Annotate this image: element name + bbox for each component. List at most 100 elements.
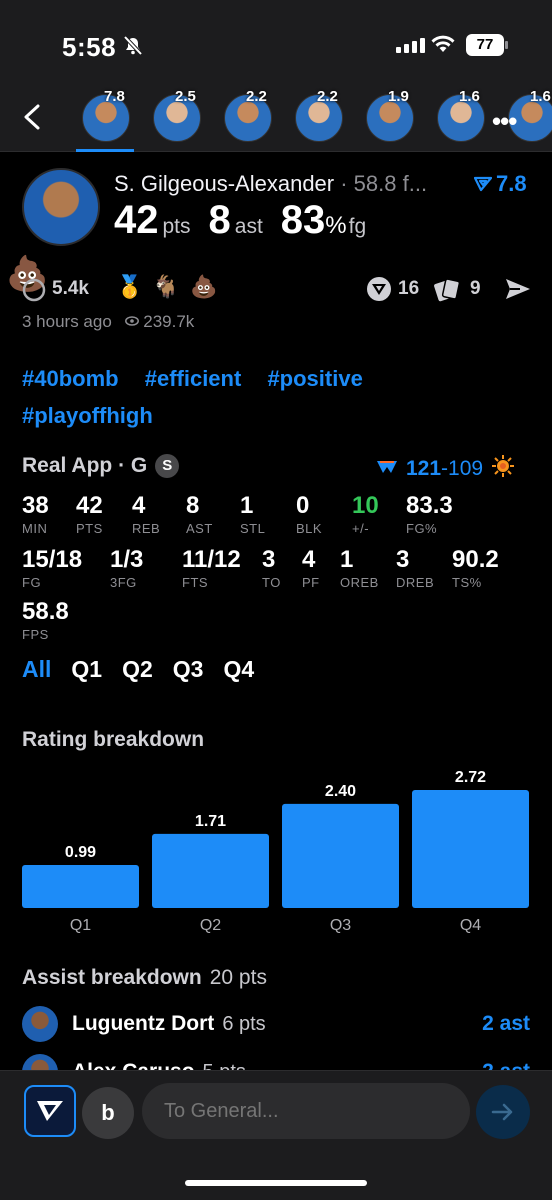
player-name-text: S. Gilgeous-Alexander <box>114 171 335 196</box>
rating-bar-q4[interactable] <box>412 790 529 908</box>
player-strip-rating: 1.9 <box>388 88 409 105</box>
stat-value: 1/3 <box>110 546 144 573</box>
reaction-row: 5.4k 🥇 🐐 💩 16 9 <box>22 274 532 306</box>
assist-count: 2 ast <box>482 1012 530 1035</box>
stat-label: STL <box>240 521 266 536</box>
tab-q3[interactable]: Q3 <box>173 656 204 683</box>
stat-value: 3 <box>396 546 410 573</box>
player-strip-rating: 7.8 <box>104 88 125 105</box>
stat-value: 11/12 <box>182 546 241 573</box>
rating-bar-q2[interactable] <box>152 833 269 908</box>
stat-value: 10 <box>352 492 379 519</box>
stat-label: AST <box>186 521 213 536</box>
message-input[interactable] <box>142 1083 470 1139</box>
fg-value: 83 <box>280 198 326 242</box>
stat-ts-pct: 90.2 TS% <box>452 546 499 590</box>
stat-pts: 42 PTS <box>76 492 103 536</box>
bar-value-label: 2.72 <box>455 769 486 786</box>
avatar <box>22 1006 58 1042</box>
player-strip-rating: 2.5 <box>175 88 196 105</box>
bar-category-label: Q4 <box>460 917 481 934</box>
stat-label: OREB <box>340 575 379 590</box>
assist-points: 6 pts <box>222 1013 266 1035</box>
rating-bar-q3[interactable] <box>282 803 399 908</box>
fg-percent-sign: % <box>325 212 347 239</box>
stat-value: 42 <box>76 492 103 519</box>
assist-breakdown-title: Assist breakdown 20 pts <box>22 966 267 990</box>
poop-emoji[interactable]: 💩 <box>190 274 217 300</box>
score-separator: - <box>441 457 449 480</box>
home-indicator <box>185 1180 367 1186</box>
bell-muted-icon <box>122 35 144 62</box>
pts-unit: pts <box>162 215 191 238</box>
stat-label: FG% <box>406 521 438 536</box>
stat-plus-minus: 10 +/- <box>352 492 379 536</box>
stat-oreb: 1 OREB <box>340 546 379 590</box>
rating-logo-icon <box>474 176 492 192</box>
cellular-signal-icon <box>396 38 425 53</box>
stat-value: 90.2 <box>452 546 499 573</box>
player-strip-rating: 1.6 <box>530 88 551 105</box>
battery-indicator: 77 <box>466 34 508 56</box>
game-score[interactable]: 121-109 <box>376 454 515 484</box>
assist-row[interactable]: Luguentz Dort 6 pts 2 ast <box>22 1006 530 1046</box>
player-strip-rating: 1.6 <box>459 88 480 105</box>
bar-category-label: Q1 <box>70 917 91 934</box>
ast-value: 8 <box>208 198 231 242</box>
headline-stats: 42 pts 8 ast 83%fg <box>114 198 366 243</box>
app-logo-button[interactable] <box>24 1085 76 1137</box>
wifi-icon <box>430 34 456 59</box>
player-fantasy-score: · 58.8 f... <box>334 171 428 196</box>
thunder-logo-icon <box>376 457 398 481</box>
clock: 5:58 <box>62 32 117 62</box>
stat-value: 3 <box>262 546 276 573</box>
post-meta: 3 hours ago 239.7k <box>22 312 194 332</box>
tab-all[interactable]: All <box>22 656 51 683</box>
tab-q2[interactable]: Q2 <box>122 656 153 683</box>
stat-3fg: 1/3 3FG <box>110 546 143 590</box>
bold-format-button[interactable]: b <box>82 1087 134 1139</box>
hashtag[interactable]: #efficient <box>145 366 242 391</box>
bar-category-label: Q2 <box>200 917 221 934</box>
medal-emoji[interactable]: 🥇 <box>116 274 143 300</box>
goat-emoji[interactable]: 🐐 <box>152 274 179 300</box>
views-count: 239.7k <box>124 312 195 331</box>
stat-label: BLK <box>296 521 323 536</box>
tab-q1[interactable]: Q1 <box>71 656 102 683</box>
assist-player-name: Luguentz Dort <box>72 1012 215 1035</box>
stat-fg-pct: 83.3 FG% <box>406 492 453 536</box>
back-chevron-icon[interactable] <box>20 102 44 137</box>
player-name[interactable]: S. Gilgeous-Alexander · 58.8 f... <box>114 171 427 197</box>
rating-bar-q1[interactable] <box>22 865 139 908</box>
hashtag[interactable]: #playoffhigh <box>22 403 153 428</box>
tab-q4[interactable]: Q4 <box>223 656 254 683</box>
stat-value: 83.3 <box>406 492 453 519</box>
cards-icon[interactable] <box>434 276 462 307</box>
hashtag[interactable]: #40bomb <box>22 366 119 391</box>
stat-fps: 58.8 FPS <box>22 598 69 642</box>
bar-value-label: 2.40 <box>325 783 356 800</box>
reaction-count: 5.4k <box>52 278 89 299</box>
stat-label: 3FG <box>110 575 137 590</box>
bar-category-label: Q3 <box>330 917 351 934</box>
stat-label: REB <box>132 521 161 536</box>
views-value: 239.7k <box>143 312 195 331</box>
stat-value: 8 <box>186 492 200 519</box>
stat-ast: 8 AST <box>186 492 213 536</box>
away-score: 109 <box>448 457 484 480</box>
more-players-button[interactable]: ••• <box>492 106 517 137</box>
stat-label: FTS <box>182 575 209 590</box>
rate-icon[interactable] <box>366 276 392 307</box>
stat-label: FPS <box>22 627 49 642</box>
add-reaction-icon[interactable] <box>22 278 46 307</box>
stat-label: DREB <box>396 575 435 590</box>
share-send-icon[interactable] <box>504 276 532 307</box>
player-strip-rating: 2.2 <box>246 88 267 105</box>
stat-fg: 15/18 FG <box>22 546 82 590</box>
player-avatar[interactable] <box>22 168 100 246</box>
app-logo-icon <box>37 1101 63 1121</box>
player-rating[interactable]: 7.8 <box>474 171 527 197</box>
hashtag[interactable]: #positive <box>267 366 362 391</box>
stat-min: 38 MIN <box>22 492 49 536</box>
send-button[interactable] <box>476 1085 530 1139</box>
